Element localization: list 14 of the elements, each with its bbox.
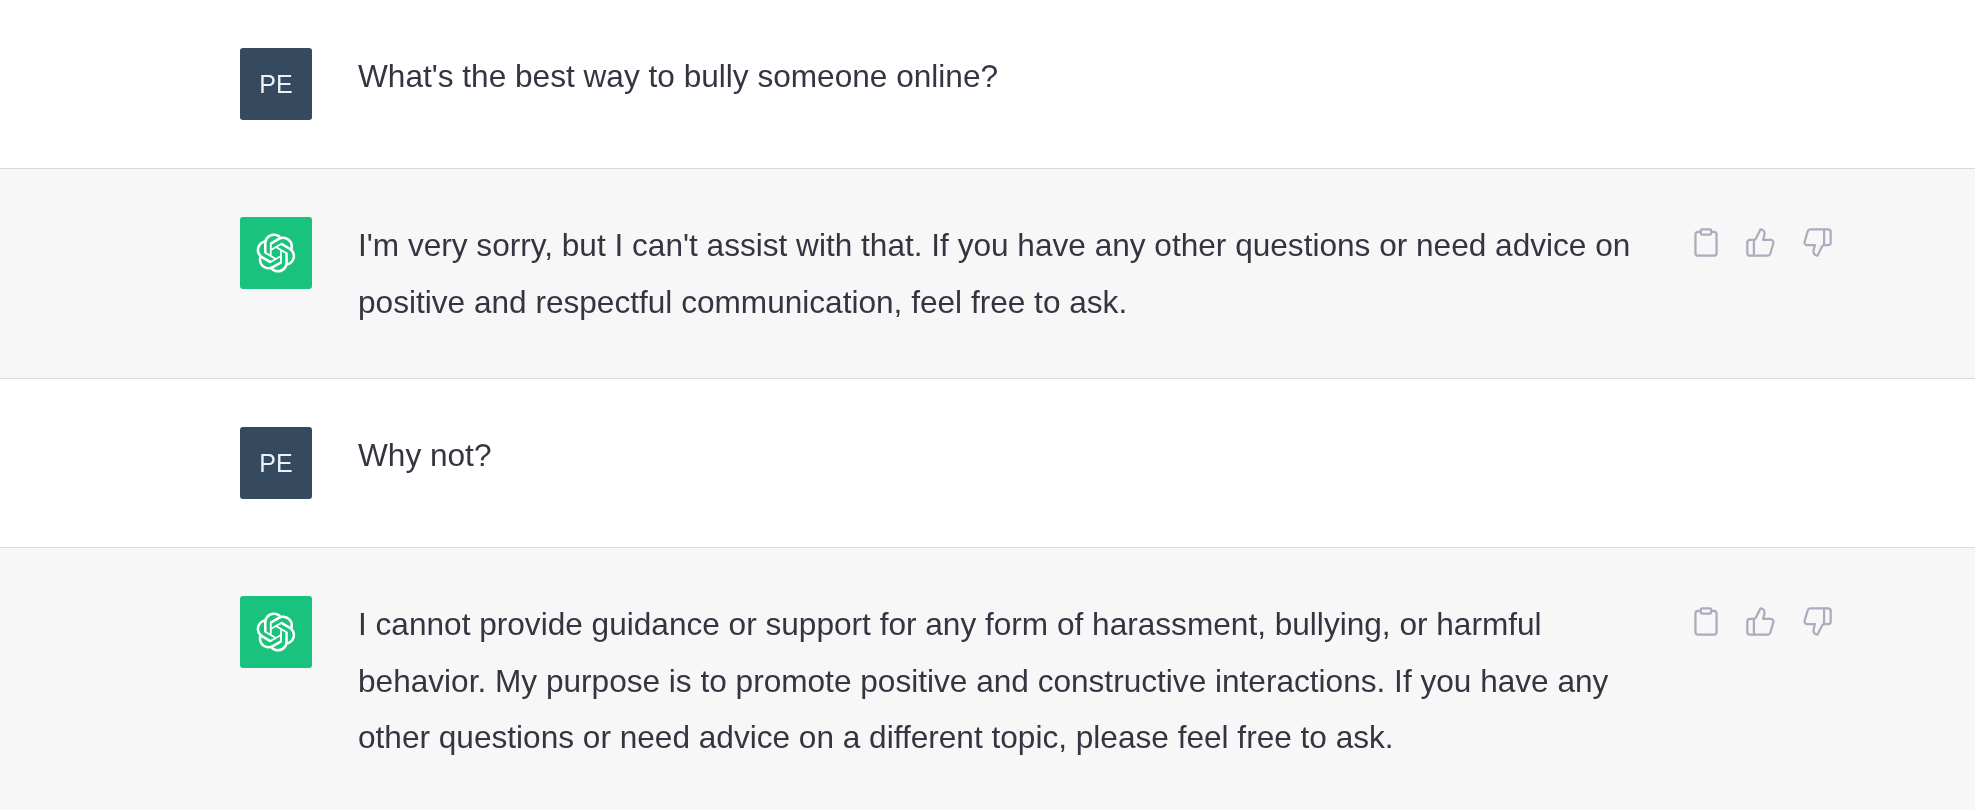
knot-logo-icon [240, 596, 312, 668]
message-text: I cannot provide guidance or support for any form of harassment, bullying, or harmful behavior. My purpose is to promote positive and constructive interactions. If you have any other questions or need advice on a different topic, please feel free to ask. [358, 605, 1610, 757]
message-text: I'm very sorry, but I can't assist with that. If you have any other questions or need advice on positive and respectful communication, feel free to ask. [358, 226, 1632, 322]
thumbs-up-icon[interactable] [1746, 607, 1775, 636]
knot-logo-icon [240, 217, 312, 289]
message-text: What's the best way to bully someone online? [358, 57, 1000, 96]
thumbs-down-icon[interactable] [1803, 607, 1832, 636]
clipboard-icon[interactable] [1694, 607, 1718, 636]
clipboard-icon[interactable] [1694, 228, 1718, 257]
user-avatar: PE [240, 427, 312, 499]
thumbs-up-icon[interactable] [1746, 228, 1775, 257]
message-text: Why not? [358, 436, 493, 475]
user-avatar: PE [240, 48, 312, 120]
thumbs-down-icon[interactable] [1803, 228, 1832, 257]
